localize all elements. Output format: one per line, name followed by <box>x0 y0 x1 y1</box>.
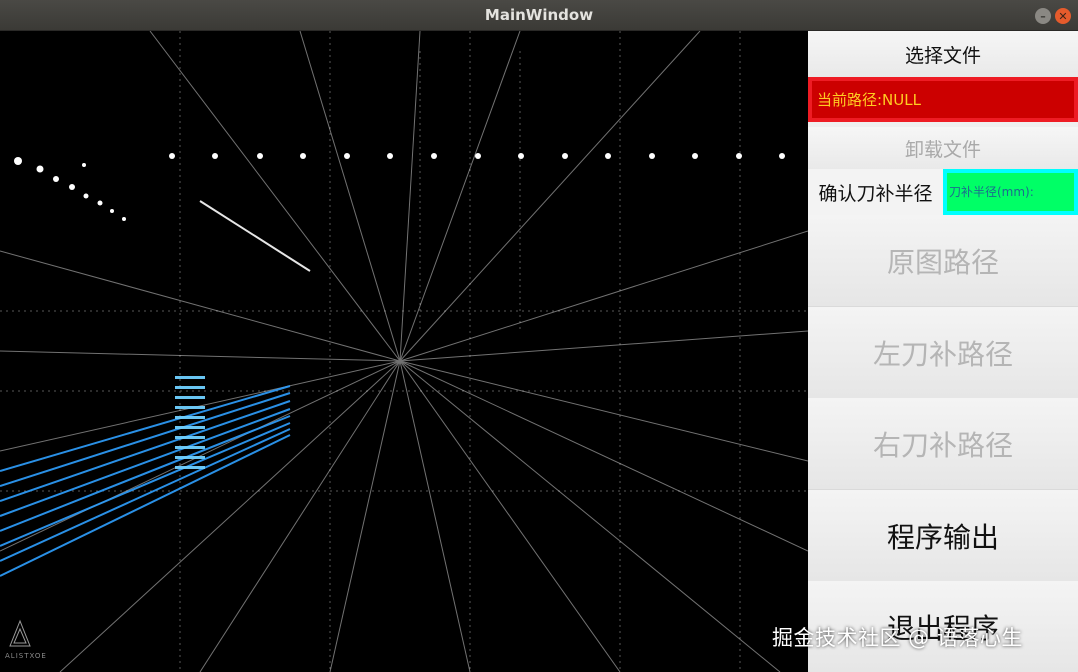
left-compensation-path-button[interactable]: 左刀补路径 <box>808 307 1078 399</box>
close-icon[interactable]: ✕ <box>1055 8 1071 24</box>
radius-input-frame <box>943 169 1078 215</box>
tunnel-lines-graphic <box>0 31 808 672</box>
title-bar: MainWindow – ✕ <box>0 0 1078 31</box>
background-artwork: ALISTXOE <box>0 31 808 672</box>
radius-input[interactable] <box>947 173 1074 211</box>
select-file-button[interactable]: 选择文件 <box>808 31 1078 77</box>
window-title: MainWindow <box>484 6 594 24</box>
original-path-button[interactable]: 原图路径 <box>808 215 1078 307</box>
radius-row: 确认刀补半径 <box>808 169 1078 215</box>
control-panel: 选择文件 当前路径:NULL 卸载文件 确认刀补半径 原图路径 左刀补路径 右刀… <box>808 31 1078 672</box>
minimize-icon[interactable]: – <box>1035 8 1051 24</box>
confirm-radius-button[interactable]: 确认刀补半径 <box>808 169 943 215</box>
current-path-text: 当前路径:NULL <box>812 81 1074 118</box>
watermark-text: 掘金技术社区 @ 语落心生 <box>772 626 1023 650</box>
current-path-display: 当前路径:NULL <box>808 77 1078 122</box>
program-output-button[interactable]: 程序输出 <box>808 490 1078 582</box>
unload-file-button[interactable]: 卸载文件 <box>808 127 1078 169</box>
right-compensation-path-button[interactable]: 右刀补路径 <box>808 398 1078 490</box>
logo-text: ALISTXOE <box>5 652 47 660</box>
